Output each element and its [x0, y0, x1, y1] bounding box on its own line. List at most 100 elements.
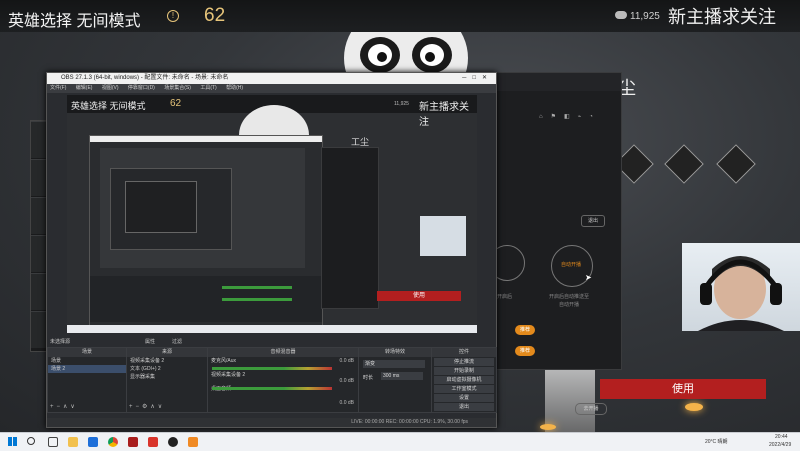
menu-file[interactable]: 文件(F): [50, 85, 66, 91]
obs-menu-bar: 文件(F) 编辑(E) 视图(V) 停靠窗口(D) 场景集合(S) 工具(T) …: [47, 84, 496, 93]
virtual-camera-button[interactable]: 启动虚拟摄像机: [434, 376, 494, 384]
coin-count: 11,925: [630, 11, 660, 22]
transitions-dock: 转场特效 渐变 时长 300 ms: [358, 347, 432, 413]
floor-light: [545, 360, 595, 432]
file-explorer-icon[interactable]: [68, 437, 78, 447]
hint-left: 开启后: [497, 294, 513, 300]
preview-taskbar: [67, 325, 477, 333]
menu-docks[interactable]: 停靠窗口(D): [128, 85, 155, 91]
recommend-button-1[interactable]: 推荐: [515, 325, 535, 335]
countdown: 62: [204, 5, 226, 26]
mixer-channel-name: 视频采集设备 2: [211, 372, 246, 378]
lantern-icon: [540, 424, 556, 430]
follow-banner: 新主播求关注: [668, 7, 776, 27]
lantern-icon: [685, 403, 703, 411]
controls-dock: 控件 停止推流 开始录制 启动虚拟摄像机 工作室模式 设置 退出: [431, 347, 497, 413]
transitions-title: 转场特效: [359, 348, 431, 357]
sources-dock: 来源 视频采集设备 2 文本 (GDI+) 2 显示器采集 +−⚙∧∨: [126, 347, 208, 413]
no-source-label: 未选择源: [50, 339, 71, 345]
preview-hero-title: 英雄选择 无间模式: [71, 101, 146, 111]
webcam-feed: [682, 243, 800, 331]
settings-button[interactable]: 设置: [434, 394, 494, 402]
windows-start-icon[interactable]: [8, 437, 17, 446]
mixer-dock: 音频混音器 麦克风/Aux 0.0 dB 视频采集设备 2 0.0 dB 桌面音…: [207, 347, 359, 413]
task-view-icon[interactable]: [48, 437, 58, 447]
menu-tools[interactable]: 工具(T): [200, 85, 216, 91]
preview-follow-banner: 新主播求关注: [419, 102, 469, 128]
coin-icon: [615, 11, 627, 19]
sources-title: 来源: [127, 348, 207, 357]
mixer-channel-name: 麦克风/Aux: [211, 358, 237, 364]
stop-streaming-button[interactable]: 停止推流: [434, 358, 494, 366]
mixer-meter: [212, 387, 332, 390]
preview-countdown: 62: [170, 98, 182, 109]
scenes-dock: 场景 场景 场景 2 +−∧∨: [47, 347, 127, 413]
studio-mode-button[interactable]: 工作室模式: [434, 385, 494, 393]
cursor-icon: ➤: [585, 273, 592, 282]
filters-tab[interactable]: 过滤: [172, 338, 182, 345]
menu-view[interactable]: 视图(V): [102, 85, 119, 91]
obs-preview[interactable]: 英雄选择 无间模式 62 11,925 新主播求关注 工尘 使用: [67, 95, 477, 333]
source-item[interactable]: 显示器采集: [127, 373, 207, 381]
controls-title: 控件: [432, 348, 496, 357]
exit-obs-button[interactable]: 退出: [434, 403, 494, 411]
menu-help[interactable]: 帮助(H): [226, 85, 243, 91]
app-icon[interactable]: [128, 437, 138, 447]
window-controls[interactable]: ─□✕: [462, 73, 493, 84]
properties-tab[interactable]: 属性: [145, 338, 155, 345]
menu-scene-collection[interactable]: 场景集合(S): [164, 85, 191, 91]
hint-right: 开启后自动推送至: [549, 294, 590, 300]
app-icon[interactable]: [148, 437, 158, 447]
header-icons: ⌂⚑◧⌁◔: [539, 114, 601, 120]
search-icon[interactable]: [27, 437, 35, 445]
preview-use-button: 使用: [377, 291, 461, 301]
info-icon[interactable]: !: [167, 10, 179, 22]
transition-select[interactable]: 渐变: [363, 360, 425, 368]
scenes-title: 场景: [48, 348, 126, 357]
source-dock-toolbar[interactable]: +−⚙∧∨: [129, 403, 165, 410]
mixer-level: 0.0 dB: [339, 378, 354, 384]
chrome-icon[interactable]: [108, 437, 118, 447]
obs-icon[interactable]: [168, 437, 178, 447]
preview-webcam: [420, 216, 466, 256]
stream-launcher-panel: ⌂⚑◧⌁◔ 退出 自动开播 开启后 开启后自动推送至 自动开播 推荐 推荐 去开…: [489, 72, 622, 415]
obs-title-text: OBS 27.1.3 (64-bit, windows) - 配置文件: 未命名…: [61, 75, 229, 81]
mail-icon[interactable]: [88, 437, 98, 447]
preview-panel: [321, 147, 379, 309]
source-item[interactable]: 文本 (GDI+) 2: [127, 365, 207, 373]
go-live-button[interactable]: 去开播: [575, 403, 607, 415]
scene-dock-toolbar[interactable]: +−∧∨: [50, 403, 78, 410]
clock-date[interactable]: 2022/4/29: [769, 442, 791, 448]
hero-select-title: 英雄选择 无间模式: [8, 13, 141, 30]
sub-hint: 自动开播: [559, 302, 580, 308]
mode-label: 自动开播: [560, 262, 581, 268]
app-icon[interactable]: [188, 437, 198, 447]
mixer-meter: [212, 367, 332, 370]
exit-button[interactable]: 退出: [581, 215, 605, 227]
weather[interactable]: 20°C 晴朗: [705, 438, 728, 445]
source-item[interactable]: 视频采集设备 2: [127, 357, 207, 365]
scene-item[interactable]: 场景: [48, 357, 126, 365]
nested-obs-capture: [89, 135, 323, 327]
obs-title-bar[interactable]: OBS 27.1.3 (64-bit, windows) - 配置文件: 未命名…: [47, 73, 496, 84]
obs-window: OBS 27.1.3 (64-bit, windows) - 配置文件: 未命名…: [46, 72, 497, 428]
obs-status-bar: LIVE: 00:00:00 REC: 00:00:00 CPU: 1.9%, …: [47, 418, 496, 427]
menu-edit[interactable]: 编辑(E): [76, 85, 93, 91]
duration-input[interactable]: 300 ms: [381, 372, 423, 380]
skill-icon[interactable]: [716, 144, 756, 184]
skill-icon[interactable]: [664, 144, 704, 184]
mixer-title: 音频混音器: [208, 348, 358, 357]
start-recording-button[interactable]: 开始录制: [434, 367, 494, 375]
duration-label: 时长: [363, 375, 374, 381]
status-text: LIVE: 00:00:00 REC: 00:00:00 CPU: 1.9%, …: [351, 419, 468, 425]
clock-time[interactable]: 20:44: [775, 434, 788, 440]
use-button[interactable]: 使用: [600, 379, 766, 399]
game-top-bar: 英雄选择 无间模式 ! 62 11,925 新主播求关注: [0, 0, 800, 32]
panel-header: [495, 73, 621, 91]
recommend-button-2[interactable]: 推荐: [515, 346, 535, 356]
scene-item[interactable]: 场景 2: [48, 365, 126, 373]
mixer-level: 0.0 dB: [339, 400, 354, 406]
mixer-level: 0.0 dB: [339, 358, 354, 364]
taskbar: 20°C 晴朗 20:44 2022/4/29: [0, 432, 800, 451]
preview-coins: 11,925: [394, 101, 409, 107]
